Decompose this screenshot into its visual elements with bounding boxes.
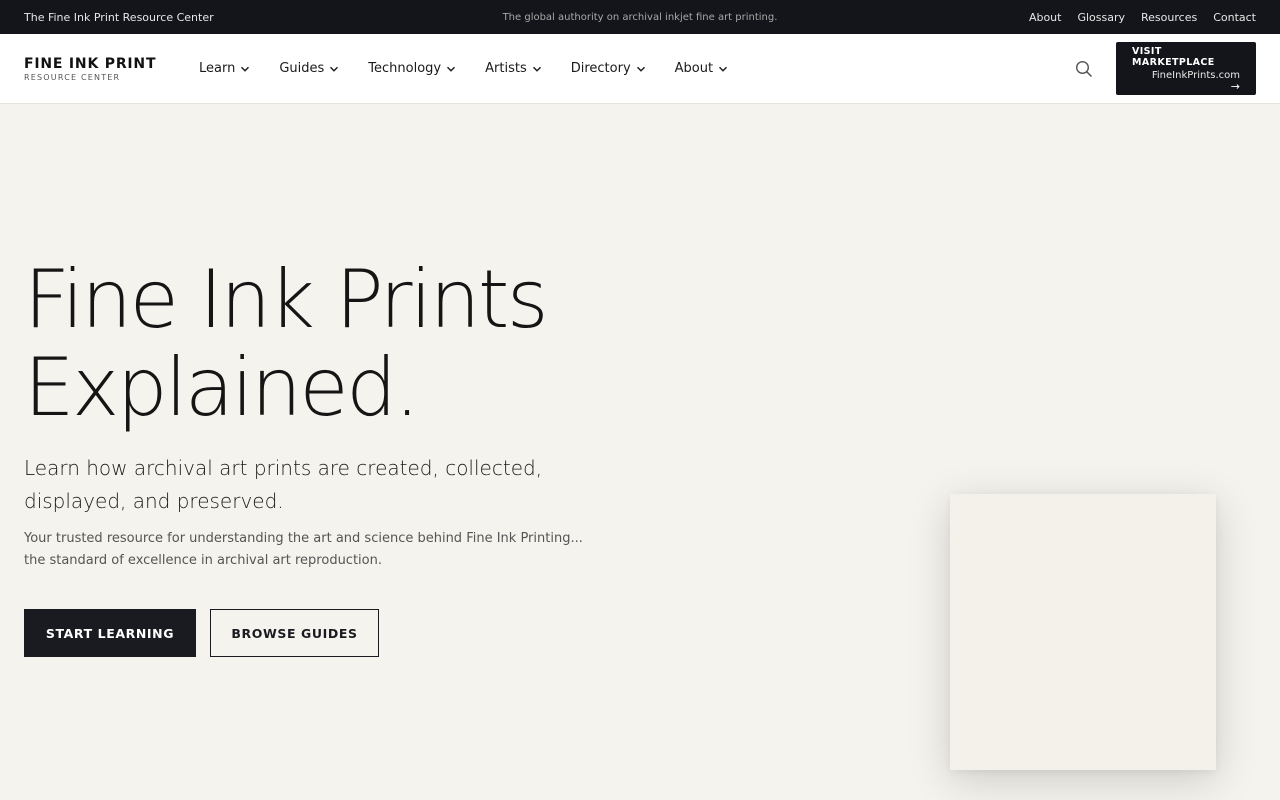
hero-title-line-1: Fine Ink Prints bbox=[24, 253, 549, 346]
nav-item-label: Artists bbox=[485, 61, 527, 76]
nav-item-label: Guides bbox=[279, 61, 325, 76]
top-link-about[interactable]: About bbox=[1029, 11, 1062, 24]
hero-description: Your trusted resource for understanding … bbox=[24, 531, 583, 568]
nav-item-label: Learn bbox=[199, 61, 236, 76]
top-bar: The Fine Ink Print Resource Center The g… bbox=[0, 0, 1280, 34]
chevron-down-icon bbox=[447, 66, 456, 72]
nav-item-label: Directory bbox=[570, 61, 631, 76]
nav-item-learn[interactable]: Learn bbox=[199, 61, 250, 76]
chevron-down-icon bbox=[241, 66, 250, 72]
chevron-down-icon bbox=[636, 66, 645, 72]
main-nav: Learn Guides Technology Artists Director… bbox=[199, 61, 757, 76]
top-link-resources[interactable]: Resources bbox=[1141, 11, 1197, 24]
top-link-glossary[interactable]: Glossary bbox=[1077, 11, 1125, 24]
start-learning-button[interactable]: START LEARNING bbox=[24, 609, 196, 657]
nav-item-artists[interactable]: Artists bbox=[485, 61, 542, 76]
chevron-down-icon bbox=[719, 66, 728, 72]
logo-title: FINE INK PRINT bbox=[24, 55, 157, 72]
chevron-down-icon bbox=[532, 66, 541, 72]
featured-art-print bbox=[950, 494, 1216, 770]
visit-marketplace-button[interactable]: VISIT MARKETPLACE FineInkPrints.com → bbox=[1116, 42, 1256, 95]
top-bar-links: About Glossary Resources Contact bbox=[1029, 11, 1256, 24]
logo-subtitle: RESOURCE CENTER bbox=[24, 72, 121, 82]
hero-section: Fine Ink Prints Explained. Learn how arc… bbox=[0, 104, 1280, 800]
nav-item-directory[interactable]: Directory bbox=[571, 61, 646, 76]
hero-title: Fine Ink Prints Explained. bbox=[24, 253, 549, 434]
arrow-right-icon: → bbox=[1230, 79, 1240, 93]
nav-item-technology[interactable]: Technology bbox=[368, 61, 456, 76]
top-bar-site-name: The Fine Ink Print Resource Center bbox=[24, 10, 214, 24]
search-icon[interactable] bbox=[1074, 59, 1094, 79]
main-header: FINE INK PRINT RESOURCE CENTER Learn Gui… bbox=[0, 34, 1280, 104]
site-logo[interactable]: FINE INK PRINT RESOURCE CENTER bbox=[24, 56, 199, 82]
nav-item-about[interactable]: About bbox=[675, 61, 728, 76]
marketplace-url: FineInkPrints.com bbox=[1151, 69, 1240, 81]
chevron-down-icon bbox=[330, 66, 339, 72]
top-link-contact[interactable]: Contact bbox=[1213, 11, 1256, 24]
nav-item-label: Technology bbox=[368, 61, 442, 76]
hero-subtitle: Learn how archival art prints are create… bbox=[24, 456, 543, 513]
header-actions: VISIT MARKETPLACE FineInkPrints.com → bbox=[1074, 42, 1256, 95]
browse-guides-button[interactable]: BROWSE GUIDES bbox=[210, 609, 379, 657]
nav-item-label: About bbox=[674, 61, 714, 76]
marketplace-title: VISIT MARKETPLACE bbox=[1132, 45, 1215, 68]
hero-title-line-2: Explained. bbox=[24, 341, 420, 434]
nav-item-guides[interactable]: Guides bbox=[279, 61, 339, 76]
